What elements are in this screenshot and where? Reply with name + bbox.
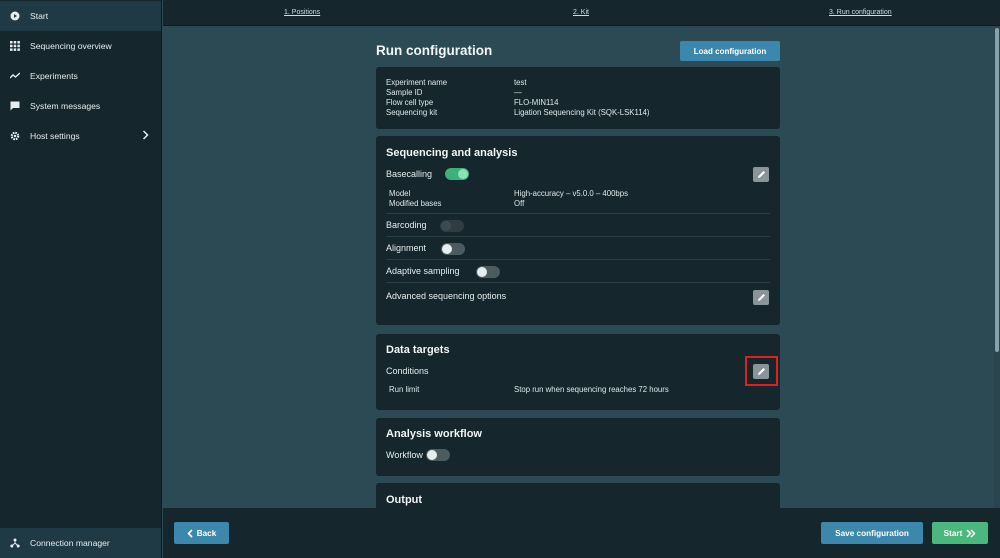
connection-manager-label: Connection manager [30, 538, 110, 548]
data-targets-card: Data targets Conditions Run limit Stop r… [376, 334, 780, 410]
start-button[interactable]: Start [932, 522, 988, 544]
alignment-label: Alignment [386, 243, 427, 253]
connection-manager-button[interactable]: Connection manager [0, 528, 161, 558]
sequencing-analysis-card: Sequencing and analysis Basecalling Mode… [376, 136, 780, 325]
sidebar: Start Sequencing overview Experiments Sy… [0, 0, 162, 558]
save-configuration-button[interactable]: Save configuration [821, 522, 923, 544]
sidebar-item-host-settings[interactable]: Host settings [0, 121, 161, 151]
divider [386, 236, 770, 237]
adaptive-sampling-label: Adaptive sampling [386, 266, 460, 276]
section-title: Analysis workflow [386, 428, 482, 440]
section-title: Sequencing and analysis [386, 147, 518, 159]
analysis-workflow-card: Analysis workflow Workflow [376, 418, 780, 476]
sidebar-item-system-messages[interactable]: System messages [0, 91, 161, 121]
pencil-icon [757, 171, 765, 178]
run-limit-value: Stop run when sequencing reaches 72 hour… [514, 385, 669, 394]
start-label: Start [943, 528, 963, 538]
summary-value: test [514, 78, 527, 87]
summary-value: — [514, 88, 522, 97]
chevron-left-icon [187, 528, 193, 538]
basecalling-label: Basecalling [386, 169, 433, 179]
double-chevron-right-icon [966, 528, 976, 538]
edit-advanced-options-button[interactable] [753, 290, 769, 305]
divider [386, 213, 770, 214]
divider [386, 282, 770, 283]
grid-icon [10, 41, 20, 51]
section-title: Output [386, 494, 423, 506]
model-key: Model [389, 189, 411, 198]
step-run-configuration[interactable]: 3. Run configuration [829, 9, 892, 16]
divider [386, 259, 770, 260]
sidebar-item-label: Host settings [30, 131, 80, 141]
trend-line-icon [10, 71, 20, 81]
steps-breadcrumb: 1. Positions 2. Kit 3. Run configuration [163, 0, 1000, 26]
adaptive-sampling-toggle[interactable] [476, 266, 500, 278]
back-button[interactable]: Back [174, 522, 229, 544]
workflow-label: Workflow [386, 450, 423, 460]
conditions-label: Conditions [386, 366, 429, 376]
chevron-right-icon [142, 130, 149, 142]
step-kit[interactable]: 2. Kit [573, 9, 589, 16]
output-card: Output [376, 483, 780, 508]
model-value: High-accuracy – v5.0.0 – 400bps [514, 189, 628, 198]
sidebar-item-label: Experiments [30, 71, 78, 81]
summary-key: Experiment name [386, 78, 448, 87]
section-title: Data targets [386, 344, 450, 356]
alignment-toggle[interactable] [441, 243, 465, 255]
main-content: Run configuration Load configuration Exp… [163, 26, 1000, 508]
load-configuration-button[interactable]: Load configuration [680, 41, 780, 61]
workflow-toggle[interactable] [426, 449, 450, 461]
modified-bases-value: Off [514, 199, 525, 208]
sidebar-item-label: Sequencing overview [30, 41, 112, 51]
sidebar-item-sequencing-overview[interactable]: Sequencing overview [0, 31, 161, 61]
summary-key: Flow cell type [386, 98, 434, 107]
sidebar-item-label: Start [30, 11, 49, 21]
sidebar-item-label: System messages [30, 101, 101, 111]
barcoding-toggle[interactable] [440, 220, 464, 232]
network-icon [10, 538, 20, 548]
summary-value: Ligation Sequencing Kit (SQK-LSK114) [514, 108, 650, 117]
barcoding-label: Barcoding [386, 220, 427, 230]
summary-value: FLO-MIN114 [514, 98, 559, 107]
scrollbar-thumb[interactable] [995, 28, 999, 352]
gear-icon [10, 131, 20, 141]
play-circle-icon [10, 11, 20, 21]
basecalling-toggle[interactable] [445, 168, 469, 180]
back-label: Back [196, 528, 217, 538]
chat-bubble-icon [10, 101, 20, 111]
sidebar-item-experiments[interactable]: Experiments [0, 61, 161, 91]
highlight-box [745, 356, 778, 386]
modified-bases-key: Modified bases [389, 199, 442, 208]
advanced-options-label: Advanced sequencing options [386, 291, 507, 301]
summary-card: Experiment name test Sample ID — Flow ce… [376, 67, 780, 129]
bottom-bar: Back Save configuration Start [163, 508, 1000, 558]
run-limit-key: Run limit [389, 385, 420, 394]
step-positions[interactable]: 1. Positions [284, 9, 320, 16]
summary-key: Sample ID [386, 88, 423, 97]
summary-key: Sequencing kit [386, 108, 438, 117]
sidebar-item-start[interactable]: Start [0, 1, 161, 31]
page-title: Run configuration [376, 43, 493, 58]
edit-basecalling-button[interactable] [753, 167, 769, 182]
pencil-icon [757, 294, 765, 301]
